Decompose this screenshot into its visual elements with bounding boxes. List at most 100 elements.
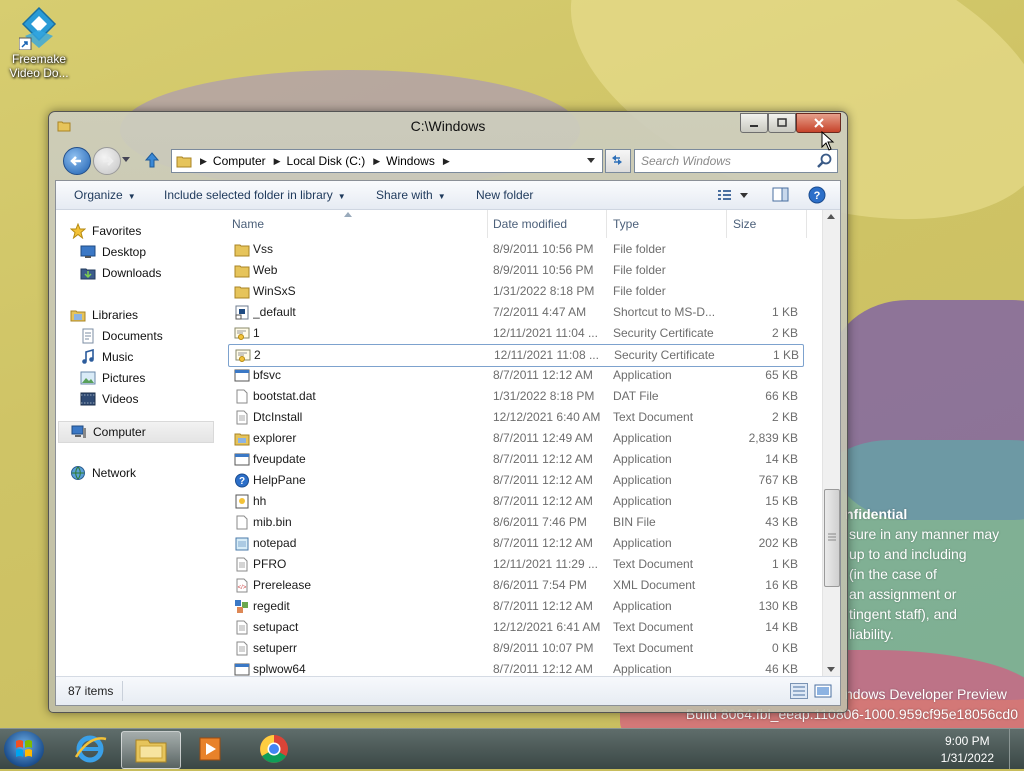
include-in-library-button[interactable]: Include selected folder in library ▼	[164, 188, 346, 202]
recent-locations-dropdown[interactable]	[121, 156, 131, 164]
folder-icon	[234, 244, 250, 257]
organize-label: Organize	[74, 188, 123, 202]
scrollbar-thumb[interactable]	[824, 489, 840, 587]
include-label: Include selected folder in library	[164, 188, 333, 202]
file-row[interactable]: ? HelpPane 8/7/2011 12:12 AM Application 767…	[228, 470, 802, 491]
navigation-bar: ▶ Computer ▶ Local Disk (C:) ▶ Windows ▶…	[59, 145, 838, 175]
nav-videos[interactable]: Videos	[80, 389, 236, 409]
file-row[interactable]: bfsvc 8/7/2011 12:12 AM Application 65 KB	[228, 365, 802, 386]
file-row[interactable]: mib.bin 8/6/2011 7:46 PM BIN File 43 KB	[228, 512, 802, 533]
scroll-down-icon[interactable]	[827, 667, 835, 673]
file-row[interactable]: fveupdate 8/7/2011 12:12 AM Application 14 …	[228, 449, 802, 470]
minimize-icon	[750, 125, 758, 127]
file-row[interactable]: setuperr 8/9/2011 10:07 PM Text Document 0 …	[228, 638, 802, 659]
file-row[interactable]: 2 12/11/2021 11:08 ... Security Certificat…	[228, 344, 804, 367]
explorer-window[interactable]: C:\Windows ▶ Computer ▶ Local Disk (C:) …	[48, 111, 848, 713]
column-header-date[interactable]: Date modified	[493, 217, 567, 231]
app-icon	[234, 663, 250, 676]
file-row[interactable]: PFRO 12/11/2021 11:29 ... Text Document 1 K…	[228, 554, 802, 575]
file-row[interactable]: setupact 12/12/2021 6:41 AM Text Document 1…	[228, 617, 802, 638]
large-icons-view-icon[interactable]	[814, 683, 832, 699]
back-button[interactable]	[63, 147, 91, 175]
text-icon	[236, 410, 248, 425]
change-view-button[interactable]	[716, 187, 750, 203]
file-row[interactable]: splwow64 8/7/2011 12:12 AM Application 46 K…	[228, 659, 802, 676]
nav-desktop[interactable]: Desktop	[80, 242, 236, 262]
breadcrumb-computer[interactable]: Computer	[213, 154, 266, 168]
file-row[interactable]: bootstat.dat 1/31/2022 8:18 PM DAT File 66 …	[228, 386, 802, 407]
forward-button[interactable]	[93, 147, 121, 175]
taskbar-internet-explorer[interactable]	[62, 731, 118, 767]
file-row[interactable]: _default 7/2/2011 4:47 AM Shortcut to MS-D…	[228, 302, 802, 323]
taskbar-chrome[interactable]	[246, 731, 302, 767]
taskbar-media-player[interactable]	[182, 731, 238, 767]
column-header-name[interactable]: Name	[232, 217, 264, 231]
file-date: 8/6/2011 7:46 PM	[493, 515, 587, 529]
desktop-icon	[80, 245, 96, 258]
item-count: 87 items	[68, 684, 114, 698]
nav-downloads[interactable]: Downloads	[80, 263, 236, 283]
file-row[interactable]: WinSxS 1/31/2022 8:18 PM File folder	[228, 281, 802, 302]
nav-music[interactable]: Music	[80, 347, 236, 367]
address-dropdown-icon[interactable]	[586, 157, 596, 165]
file-size: 1 KB	[772, 348, 799, 362]
column-header-size[interactable]: Size	[733, 217, 756, 231]
chevron-right-icon[interactable]: ▶	[373, 156, 380, 167]
vertical-scrollbar[interactable]	[822, 210, 840, 676]
system-clock[interactable]: 9:00 PM 1/31/2022	[941, 733, 994, 767]
nav-pictures[interactable]: Pictures	[80, 368, 236, 388]
file-date: 8/7/2011 12:12 AM	[493, 662, 593, 676]
file-row[interactable]: regedit 8/7/2011 12:12 AM Application 130 K…	[228, 596, 802, 617]
help-icon[interactable]: ?	[808, 186, 826, 204]
column-divider[interactable]	[606, 210, 607, 238]
chevron-right-icon[interactable]: ▶	[443, 156, 450, 167]
breadcrumb-local-disk[interactable]: Local Disk (C:)	[287, 154, 366, 168]
details-view-icon[interactable]	[790, 683, 808, 699]
nav-network[interactable]: Network	[70, 463, 226, 483]
maximize-button[interactable]	[768, 113, 796, 133]
file-row[interactable]: DtcInstall 12/12/2021 6:40 AM Text Documen…	[228, 407, 802, 428]
minimize-button[interactable]	[740, 113, 768, 133]
file-name: HelpPane	[253, 473, 306, 487]
show-desktop-button[interactable]	[1009, 729, 1024, 769]
nav-libraries[interactable]: Libraries	[70, 305, 226, 325]
forward-arrow-icon	[103, 156, 114, 166]
refresh-button[interactable]	[605, 149, 631, 173]
chevron-right-icon[interactable]: ▶	[200, 156, 207, 167]
column-divider[interactable]	[726, 210, 727, 238]
chevron-right-icon[interactable]: ▶	[274, 156, 281, 167]
desktop-shortcut-freemake[interactable]: Freemake Video Do...	[6, 6, 72, 80]
breadcrumb-windows[interactable]: Windows	[386, 154, 435, 168]
folder-icon	[234, 286, 250, 299]
nav-favorites[interactable]: Favorites	[70, 221, 226, 241]
file-row[interactable]: 1 12/11/2021 11:04 ... Security Certificat…	[228, 323, 802, 344]
file-row[interactable]: explorer 8/7/2011 12:49 AM Application 2,83…	[228, 428, 802, 449]
file-row[interactable]: hh 8/7/2011 12:12 AM Application 15 KB	[228, 491, 802, 512]
file-row[interactable]: Vss 8/9/2011 10:56 PM File folder	[228, 239, 802, 260]
file-row[interactable]: notepad 8/7/2011 12:12 AM Application 202 K…	[228, 533, 802, 554]
file-type: Application	[613, 368, 672, 382]
close-button[interactable]	[796, 113, 841, 133]
nav-label: Pictures	[102, 371, 146, 385]
file-row[interactable]: Web 8/9/2011 10:56 PM File folder	[228, 260, 802, 281]
search-input[interactable]: Search Windows	[634, 149, 838, 173]
taskbar-windows-explorer[interactable]	[121, 731, 181, 769]
file-row[interactable]: </> Prerelease 8/6/2011 7:54 PM XML Documen…	[228, 575, 802, 596]
column-header-type[interactable]: Type	[613, 217, 639, 231]
text-icon	[236, 641, 248, 656]
nav-documents[interactable]: Documents	[80, 326, 236, 346]
organize-button[interactable]: Organize ▼	[74, 188, 136, 202]
column-divider[interactable]	[806, 210, 807, 238]
preview-pane-icon[interactable]	[772, 187, 790, 203]
file-name: splwow64	[253, 662, 306, 676]
up-arrow-icon[interactable]	[143, 150, 161, 170]
column-divider[interactable]	[487, 210, 488, 238]
start-button[interactable]	[4, 731, 44, 767]
scroll-up-icon[interactable]	[827, 213, 835, 219]
nav-computer[interactable]: Computer	[58, 421, 214, 443]
address-bar[interactable]: ▶ Computer ▶ Local Disk (C:) ▶ Windows ▶	[171, 149, 603, 173]
file-size: 1 KB	[771, 305, 798, 319]
new-folder-button[interactable]: New folder	[476, 188, 533, 202]
search-icon[interactable]	[817, 153, 833, 169]
share-with-button[interactable]: Share with ▼	[376, 188, 446, 202]
